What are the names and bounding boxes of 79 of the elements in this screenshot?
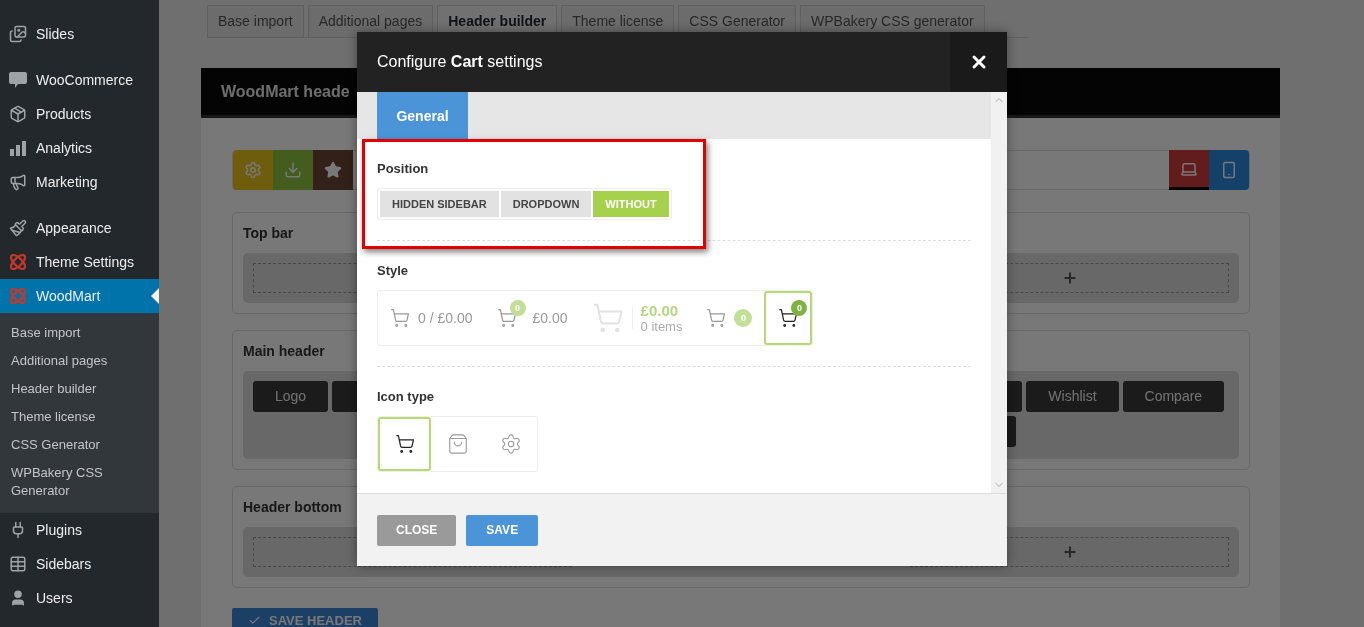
bar-chart-icon <box>9 140 27 156</box>
submenu-item[interactable]: CSS Generator <box>0 431 122 459</box>
cart-icon <box>591 302 624 334</box>
count-badge: 0 <box>791 300 808 316</box>
element-block[interactable]: Wishlist <box>1026 381 1119 412</box>
logo-icon <box>8 286 28 306</box>
submenu-item[interactable]: Header builder <box>0 375 122 403</box>
paintbrush-icon <box>9 219 27 237</box>
style-option[interactable]: 0 £0.00 <box>484 291 580 345</box>
panel-title: WoodMart heade <box>221 82 350 101</box>
sidebar-item[interactable]: WooCommerce <box>0 63 159 97</box>
mobile-button[interactable] <box>1209 150 1249 190</box>
count-badge: 0 <box>734 309 753 327</box>
sidebar-item[interactable]: WoodMart <box>0 279 159 313</box>
submenu-item[interactable]: Base import <box>0 319 122 347</box>
row-title: Top bar <box>243 225 295 241</box>
phone-icon <box>1220 161 1238 179</box>
section-label: Position <box>377 161 430 176</box>
close-button[interactable]: CLOSE <box>377 514 457 546</box>
settings-button[interactable] <box>233 150 273 190</box>
cart-total: £0.00 <box>532 310 568 326</box>
star-icon <box>324 161 342 179</box>
cart-icon <box>706 308 727 328</box>
user-icon <box>9 589 27 607</box>
icon-option[interactable] <box>378 417 431 471</box>
sidebar-item[interactable]: Slides <box>0 17 159 51</box>
cart-total: 0 / £0.00 <box>418 310 473 326</box>
logo-icon <box>8 252 28 272</box>
element-block[interactable]: Compare <box>1122 381 1225 412</box>
style-option[interactable]: £0.00 0 items <box>579 291 695 345</box>
style-option[interactable]: 0 / £0.00 <box>378 291 485 345</box>
box-icon <box>9 105 27 123</box>
dialog-title: Configure Cart settings <box>376 53 543 71</box>
row-title: Main header <box>243 343 326 359</box>
style-option[interactable]: 0 <box>764 291 813 345</box>
settings-icon <box>244 161 262 179</box>
megaphone-icon <box>9 173 27 191</box>
save-header-button[interactable]: SAVE HEADER <box>232 608 378 627</box>
favorite-button[interactable] <box>313 150 353 190</box>
sidebar-item[interactable]: Plugins <box>0 513 159 547</box>
section-label: Style <box>377 263 410 278</box>
cart-icon <box>496 308 517 328</box>
cart-icon <box>778 308 799 328</box>
item-count: 0 items <box>640 319 683 334</box>
plus-icon[interactable] <box>1061 544 1078 560</box>
sidebar-item[interactable]: Analytics <box>0 131 159 165</box>
bag-icon <box>446 433 469 455</box>
section-label: Icon type <box>377 389 436 404</box>
speech-bubble-icon <box>8 71 28 89</box>
sidebar-item[interactable]: Sidebars <box>0 547 159 581</box>
check-icon <box>248 614 261 627</box>
plus-icon[interactable] <box>1061 270 1078 286</box>
import-button[interactable] <box>273 150 313 190</box>
save-button[interactable]: SAVE <box>466 514 539 546</box>
desktop-button[interactable] <box>1169 150 1209 190</box>
sidebar-item[interactable]: Products <box>0 97 159 131</box>
sidebar-item[interactable]: Marketing <box>0 165 159 199</box>
sidebar-item[interactable]: Users <box>0 581 159 615</box>
close-button[interactable] <box>950 32 1007 92</box>
element-block[interactable]: Logo <box>253 381 329 412</box>
count-badge: 0 <box>509 300 526 316</box>
tab[interactable]: General <box>377 92 468 139</box>
cart-icon <box>390 308 410 328</box>
table-icon <box>9 555 27 573</box>
position-option[interactable]: HIDDEN SIDEBAR <box>380 191 499 217</box>
sidebar-item[interactable]: Theme Settings <box>0 245 159 279</box>
cart-amount: £0.00 <box>640 302 680 319</box>
cart-icon <box>394 434 415 454</box>
row-title: Header bottom <box>243 499 343 515</box>
tab[interactable]: Additional pages <box>307 5 434 37</box>
position-option[interactable]: DROPDOWN <box>500 191 592 217</box>
submenu-item[interactable]: Theme license <box>0 403 122 431</box>
submenu-item[interactable]: Additional pages <box>0 347 122 375</box>
gear-icon <box>499 433 522 455</box>
download-icon <box>284 161 302 179</box>
submenu-item[interactable]: WPBakery CSS Generator <box>0 459 122 505</box>
tab[interactable]: Base import <box>207 5 304 37</box>
images-icon <box>9 25 27 43</box>
sidebar-item[interactable]: Appearance <box>0 211 159 245</box>
